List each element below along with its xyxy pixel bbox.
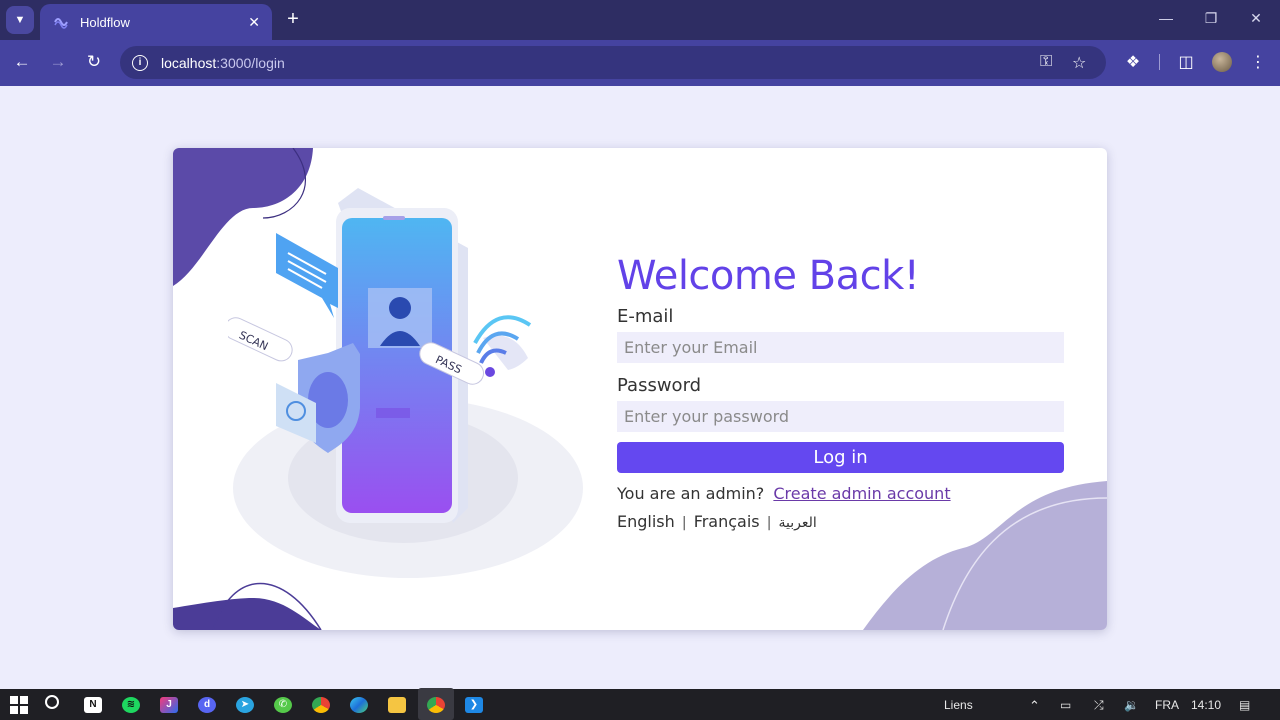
new-tab-icon[interactable]: + xyxy=(283,8,303,30)
notion-icon[interactable]: N xyxy=(84,697,102,713)
chrome-active-icon[interactable] xyxy=(427,697,445,713)
start-icon[interactable] xyxy=(10,696,28,714)
chrome-icon[interactable] xyxy=(312,697,330,713)
password-key-icon[interactable]: ⚿ xyxy=(1040,53,1052,71)
battery-icon[interactable]: ▭ xyxy=(1060,698,1071,712)
lang-separator: | xyxy=(681,515,687,531)
clock[interactable]: 14:10 xyxy=(1191,698,1221,712)
email-field[interactable] xyxy=(617,332,1064,363)
login-illustration: SCAN PASS xyxy=(228,188,583,578)
close-window-icon[interactable]: ✕ xyxy=(1246,10,1266,27)
vscode-icon[interactable]: ❯ xyxy=(465,697,483,713)
profile-avatar[interactable] xyxy=(1212,52,1232,72)
admin-prompt: You are an admin? xyxy=(617,484,765,503)
lang-separator: | xyxy=(766,515,772,531)
address-bar[interactable]: i localhost:3000/login ⚿ ☆ xyxy=(120,46,1106,79)
create-admin-link[interactable]: Create admin account xyxy=(773,484,950,503)
site-info-icon[interactable]: i xyxy=(132,54,148,71)
back-icon[interactable]: ← xyxy=(10,52,34,72)
lang-french[interactable]: Français xyxy=(694,512,760,531)
tab-title: Holdflow xyxy=(80,14,130,30)
lang-english[interactable]: English xyxy=(617,512,675,531)
restore-icon[interactable]: ❐ xyxy=(1201,10,1221,27)
url-host: localhost xyxy=(161,54,217,71)
tray-chevron-icon[interactable]: ⌃ xyxy=(1029,698,1040,714)
tab-search-icon[interactable]: ▼ xyxy=(6,6,34,34)
search-icon[interactable] xyxy=(45,695,59,709)
notifications-icon[interactable]: ▤ xyxy=(1239,698,1250,712)
forward-icon[interactable]: → xyxy=(46,52,70,72)
extensions-icon[interactable]: ❖ xyxy=(1122,52,1144,72)
jetbrains-icon[interactable]: J xyxy=(160,697,178,713)
toolbar-divider xyxy=(1159,54,1160,70)
telegram-icon[interactable]: ➤ xyxy=(236,697,254,713)
login-card: SCAN PASS Welcome Back! E-mail Password … xyxy=(173,148,1107,630)
login-form: Welcome Back! E-mail Password Log in You… xyxy=(617,248,1064,531)
language-indicator[interactable]: FRA xyxy=(1155,698,1179,712)
url-path: :3000/login xyxy=(216,54,285,71)
volume-icon[interactable]: 🔉 xyxy=(1124,698,1139,712)
discord-icon[interactable]: d xyxy=(198,697,216,713)
whatsapp-icon[interactable]: ✆ xyxy=(274,697,292,713)
side-panel-icon[interactable]: ◫ xyxy=(1175,52,1197,72)
login-button[interactable]: Log in xyxy=(617,442,1064,473)
reload-icon[interactable]: ↻ xyxy=(82,52,106,72)
language-switcher: English | Français | العربية xyxy=(617,512,1064,531)
browser-toolbar: ← → ↻ i localhost:3000/login ⚿ ☆ xyxy=(0,40,1280,86)
browser-tab[interactable]: Holdflow ✕ xyxy=(40,4,272,40)
password-field[interactable] xyxy=(617,401,1064,432)
minimize-icon[interactable]: — xyxy=(1156,10,1176,26)
windows-taskbar xyxy=(0,689,1280,720)
bookmark-star-icon[interactable]: ☆ xyxy=(1072,53,1086,73)
holdflow-favicon xyxy=(54,18,68,29)
wifi-icon[interactable]: ⤮ xyxy=(1094,698,1104,713)
links-label[interactable]: Liens xyxy=(944,698,973,712)
lang-arabic[interactable]: العربية xyxy=(779,515,817,531)
file-explorer-icon[interactable] xyxy=(388,697,406,713)
password-label: Password xyxy=(617,375,702,396)
kebab-menu-icon[interactable]: ⋮ xyxy=(1247,52,1269,72)
edge-icon[interactable] xyxy=(350,697,368,713)
tab-bar: ▼ Holdflow ✕ + — ❐ ✕ xyxy=(0,0,1280,40)
email-label: E-mail xyxy=(617,306,674,327)
spotify-icon[interactable]: ≋ xyxy=(122,697,140,713)
page-title: Welcome Back! xyxy=(617,253,920,299)
admin-row: You are an admin? Create admin account xyxy=(617,484,1064,503)
close-tab-icon[interactable]: ✕ xyxy=(248,14,260,31)
